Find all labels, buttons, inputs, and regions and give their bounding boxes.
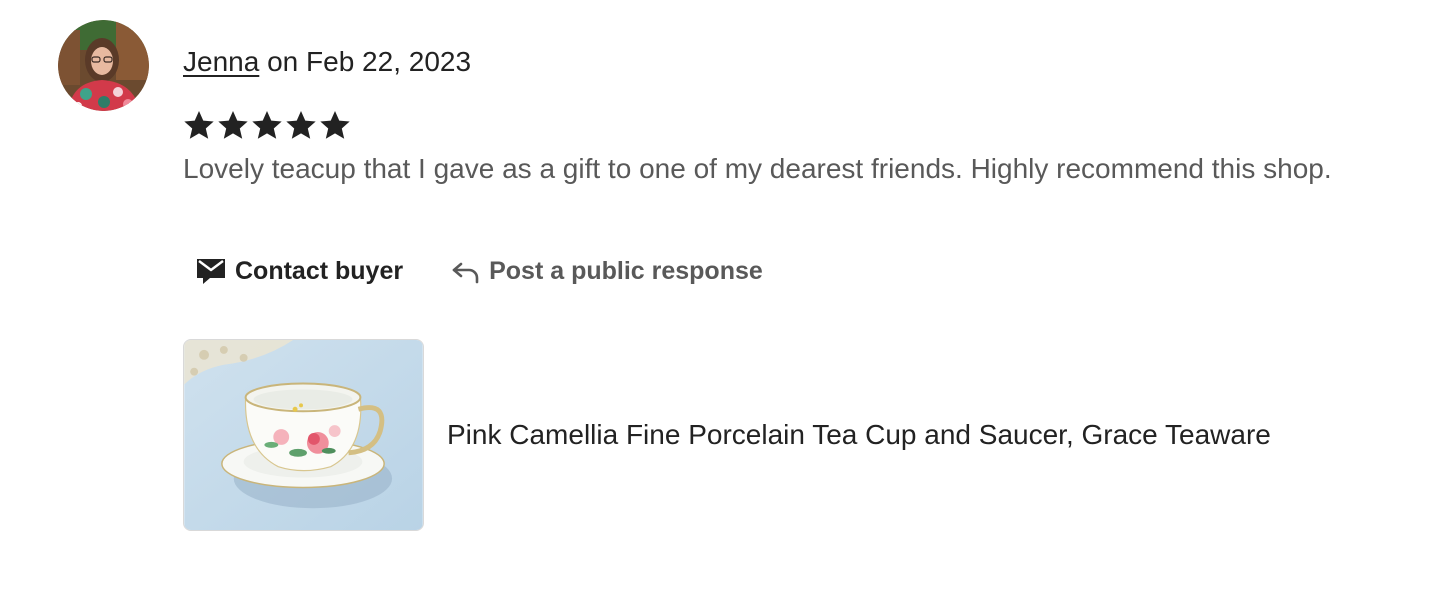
envelope-icon: [195, 256, 227, 286]
star-icon: [217, 108, 249, 146]
date-prefix: on: [267, 46, 299, 77]
reviewer-name-link[interactable]: Jenna: [183, 46, 259, 77]
avatar-photo: [58, 20, 149, 111]
listing-thumbnail[interactable]: [183, 339, 424, 531]
contact-buyer-button[interactable]: Contact buyer: [183, 248, 415, 294]
post-public-response-label: Post a public response: [489, 256, 763, 285]
review-date: Feb 22, 2023: [306, 46, 472, 77]
review-card: Jenna on Feb 22, 2023 Lovely teacup that…: [0, 0, 1445, 612]
star-icon: [251, 108, 283, 146]
contact-buyer-label: Contact buyer: [235, 256, 404, 285]
review-text: Lovely teacup that I gave as a gift to o…: [183, 153, 1332, 184]
reply-arrow-icon: [451, 258, 481, 284]
star-icon: [285, 108, 317, 146]
star-rating: [183, 108, 351, 146]
star-icon: [319, 108, 351, 146]
teacup-photo: [184, 340, 423, 530]
reviewer-avatar[interactable]: [58, 20, 149, 111]
listing-link[interactable]: Pink Camellia Fine Porcelain Tea Cup and…: [183, 339, 1271, 531]
post-public-response-button[interactable]: Post a public response: [439, 248, 775, 294]
listing-title[interactable]: Pink Camellia Fine Porcelain Tea Cup and…: [447, 419, 1271, 451]
star-icon: [183, 108, 215, 146]
review-actions: Contact buyer Post a public response: [183, 248, 775, 294]
review-byline: Jenna on Feb 22, 2023: [183, 44, 471, 80]
